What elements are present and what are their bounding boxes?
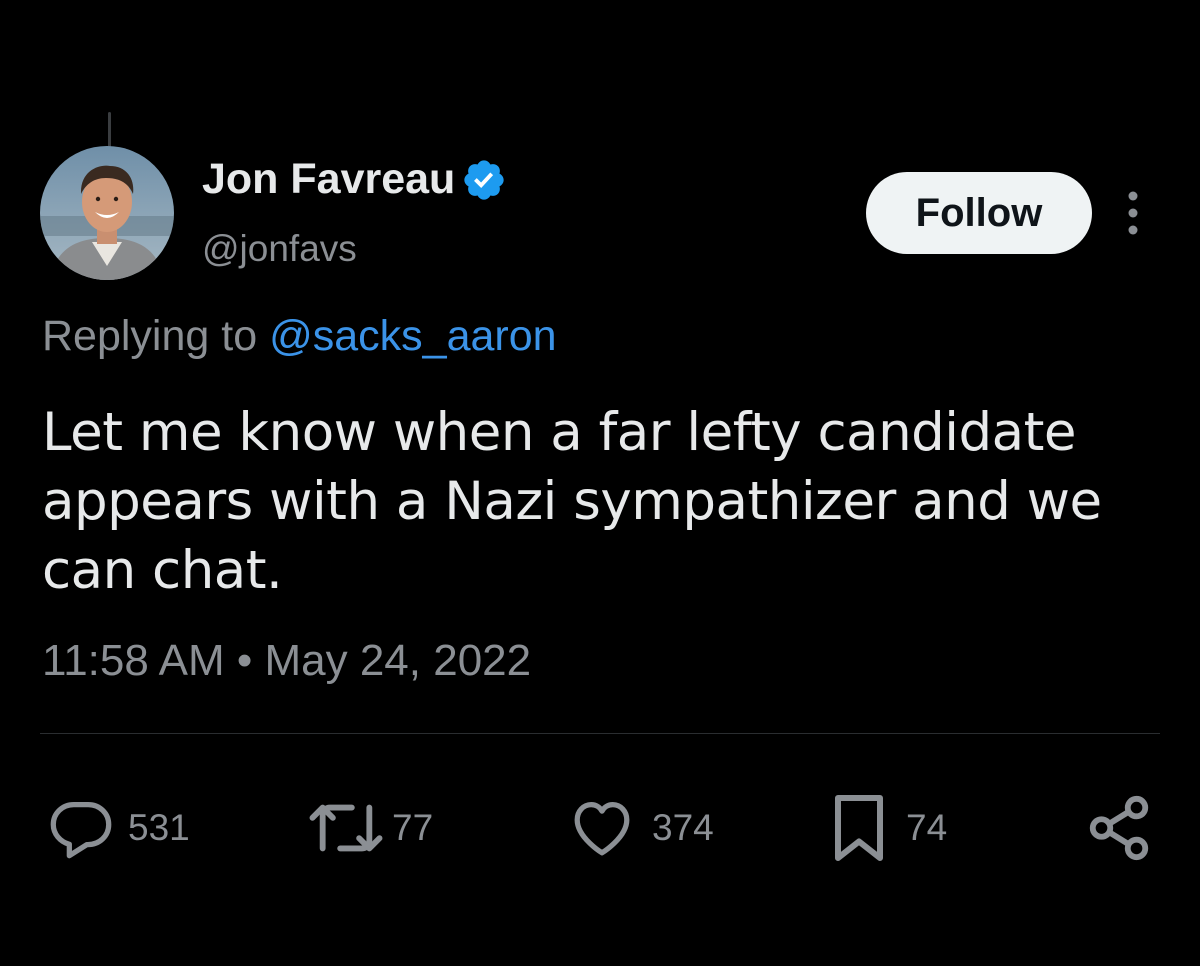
bookmark-icon — [835, 795, 883, 861]
avatar-photo — [40, 146, 174, 280]
repost-icon — [309, 804, 383, 852]
repost-count: 77 — [392, 807, 434, 848]
tweet-body-text: Let me know when a far lefty candidate a… — [42, 402, 1102, 601]
reply-context: Replying to @sacks_aaron — [42, 312, 557, 361]
share-icon — [1089, 795, 1149, 861]
reply-button[interactable]: 531 — [46, 792, 190, 864]
like-count: 374 — [652, 807, 714, 848]
tweet-timestamp[interactable]: 11:58 AM • May 24, 2022 — [42, 636, 531, 686]
bookmark-count: 74 — [906, 807, 948, 848]
divider — [40, 733, 1160, 734]
reply-icon — [50, 802, 112, 859]
reply-count: 531 — [128, 807, 190, 848]
follow-button[interactable]: Follow — [866, 172, 1092, 254]
author-name-text[interactable]: Jon Favreau — [202, 155, 455, 204]
bookmark-button[interactable]: 74 — [826, 792, 947, 864]
verified-badge-icon[interactable] — [461, 157, 507, 203]
reply-context-prefix: Replying to — [42, 312, 258, 360]
like-button[interactable]: 374 — [566, 792, 714, 864]
author-name[interactable]: Jon Favreau — [202, 155, 507, 204]
share-button[interactable] — [1084, 792, 1154, 864]
thread-connector-line — [108, 112, 111, 148]
replying-to-handle-link[interactable]: @sacks_aaron — [269, 312, 556, 360]
heart-icon — [574, 802, 630, 856]
author-handle[interactable]: @jonfavs — [202, 228, 357, 270]
more-vertical-icon[interactable] — [1120, 190, 1146, 236]
repost-button[interactable]: 77 — [300, 792, 433, 864]
author-avatar[interactable] — [40, 146, 174, 280]
